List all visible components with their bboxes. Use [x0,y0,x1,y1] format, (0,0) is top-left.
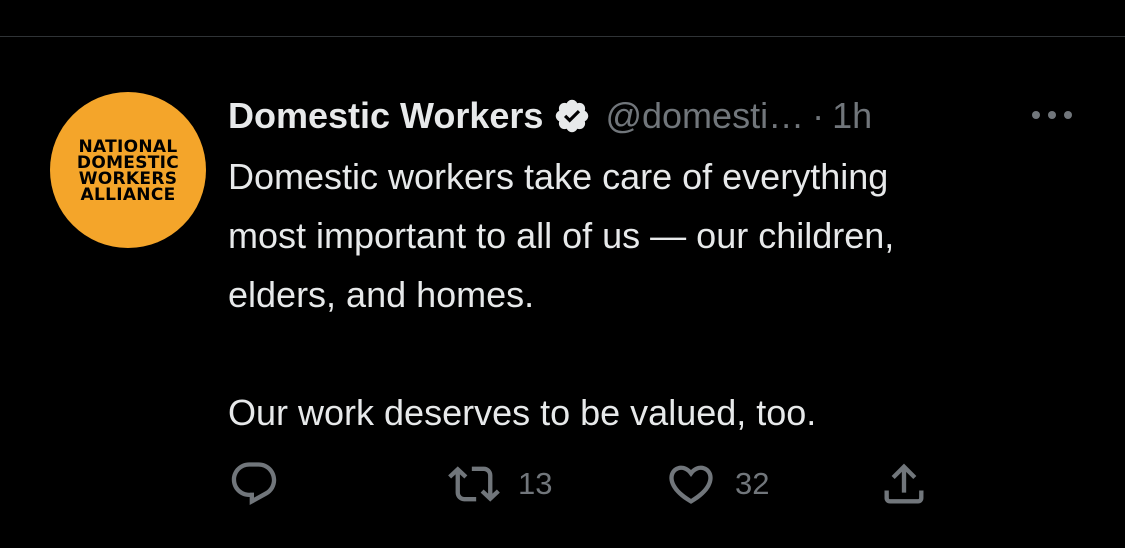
tweet-text: Domestic workers take care of everything… [228,156,895,433]
reply-button[interactable] [228,458,280,510]
author-name[interactable]: Domestic Workers [228,95,543,137]
more-options-icon[interactable] [1028,100,1076,130]
heart-icon [665,458,717,510]
separator-dot: · [812,95,825,136]
action-bar: 13 32 [228,458,1108,510]
timestamp[interactable]: 1h [832,95,872,137]
tweet-header: Domestic Workers @domesti… · 1h [228,92,1108,140]
share-button[interactable] [878,458,930,510]
retweet-count: 13 [518,466,553,501]
retweet-button[interactable]: 13 [448,458,552,510]
share-icon [878,458,930,510]
like-button[interactable]: 32 [665,458,769,510]
verified-badge-icon [553,97,591,135]
like-count: 32 [735,466,770,501]
avatar-logo-line-4: ALLIANCE [80,185,176,205]
top-divider [0,36,1125,37]
avatar[interactable]: NATIONAL DOMESTIC WORKERS ALLIANCE [50,92,206,248]
author-handle[interactable]: @domesti… [605,95,804,137]
retweet-icon [448,458,500,510]
reply-icon [228,458,280,510]
